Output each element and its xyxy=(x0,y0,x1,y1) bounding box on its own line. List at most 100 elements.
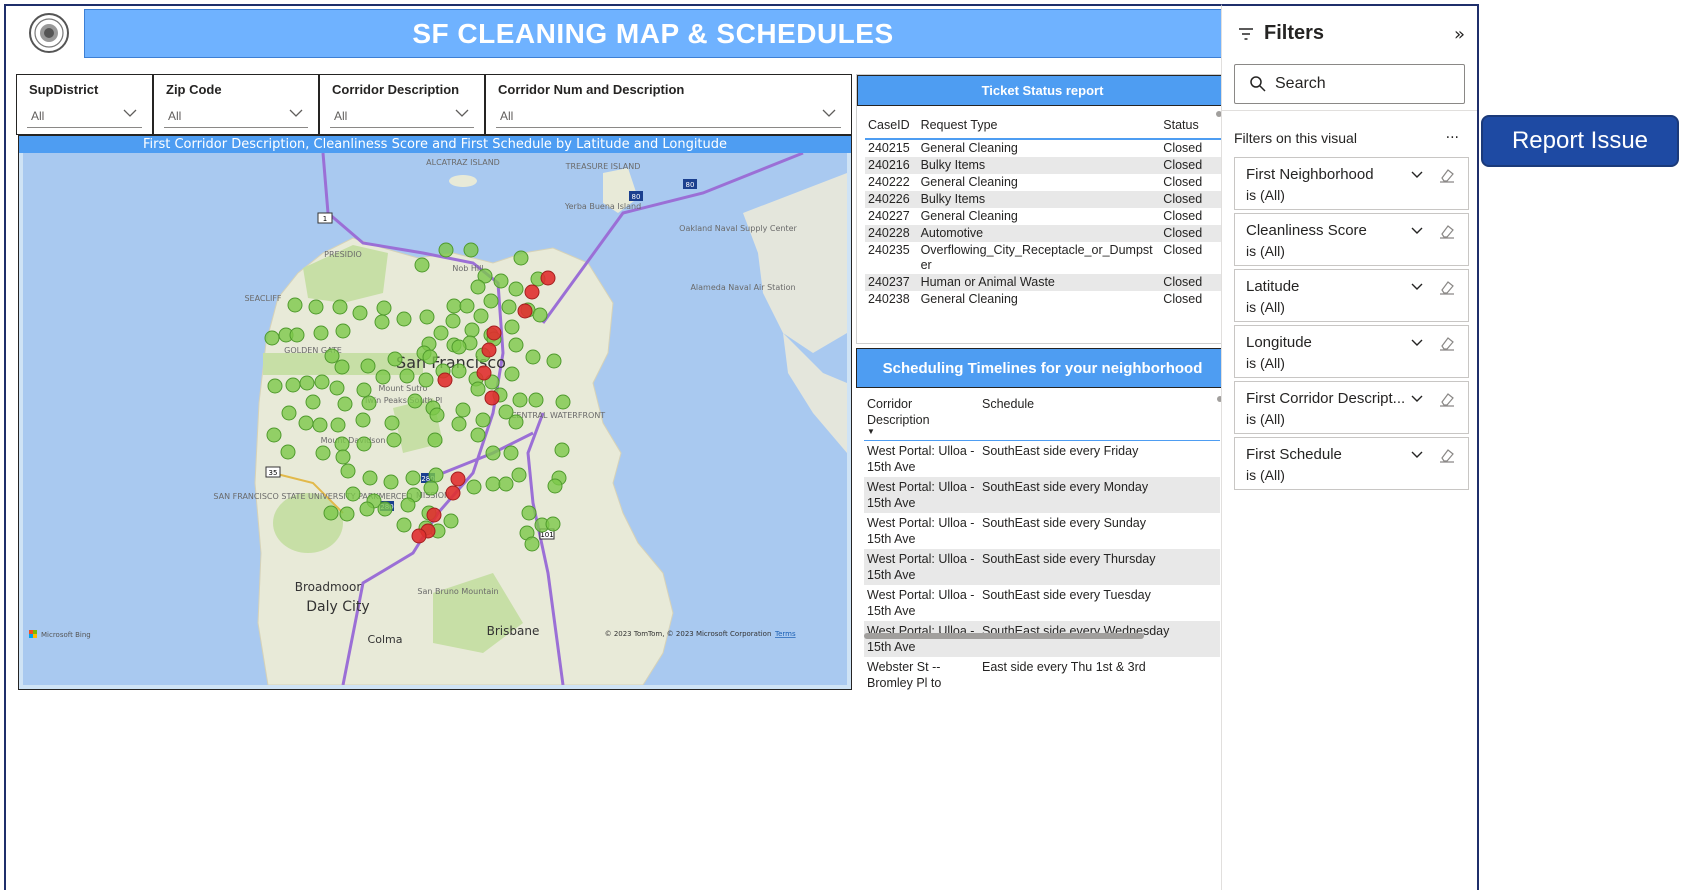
map-point-good[interactable] xyxy=(438,242,454,258)
map-point-good[interactable] xyxy=(418,372,434,388)
map-point-good[interactable] xyxy=(532,307,548,323)
map-point-good[interactable] xyxy=(451,363,467,379)
map-point-good[interactable] xyxy=(356,436,372,452)
map-point-good[interactable] xyxy=(485,445,501,461)
map-point-good[interactable] xyxy=(335,323,351,339)
map-point-good[interactable] xyxy=(419,309,435,325)
filter-search-box[interactable] xyxy=(1234,64,1465,104)
map-point-good[interactable] xyxy=(521,505,537,521)
chevron-down-icon[interactable] xyxy=(1410,168,1424,182)
map-point-good[interactable] xyxy=(299,375,315,391)
map-point-good[interactable] xyxy=(332,299,348,315)
map-point-good[interactable] xyxy=(339,506,355,522)
map-point-good[interactable] xyxy=(376,300,392,316)
table-row[interactable]: 240227 General Cleaning Closed xyxy=(865,208,1221,225)
map-point-good[interactable] xyxy=(525,349,541,365)
map-point-good[interactable] xyxy=(459,298,475,314)
map-point-good[interactable] xyxy=(361,395,377,411)
filter-card[interactable]: Longitude is (All) xyxy=(1234,325,1469,378)
clear-filter-icon[interactable] xyxy=(1438,222,1456,240)
map-point-bad[interactable] xyxy=(524,284,540,300)
table-row[interactable]: 240215 General Cleaning Closed xyxy=(865,139,1221,157)
map-point-good[interactable] xyxy=(314,374,330,390)
map-point-good[interactable] xyxy=(524,536,540,552)
map-point-bad[interactable] xyxy=(481,342,497,358)
map-point-good[interactable] xyxy=(493,273,509,289)
filter-card[interactable]: Latitude is (All) xyxy=(1234,269,1469,322)
filter-card[interactable]: First Schedule is (All) xyxy=(1234,437,1469,490)
map-point-good[interactable] xyxy=(334,359,350,375)
chevron-down-icon[interactable] xyxy=(1410,336,1424,350)
chevron-down-icon[interactable] xyxy=(1410,280,1424,294)
table-row[interactable]: 240222 General Cleaning Closed xyxy=(865,174,1221,191)
map-point-bad[interactable] xyxy=(517,303,533,319)
map-point-good[interactable] xyxy=(337,396,353,412)
map-point-good[interactable] xyxy=(384,415,400,431)
slicer-dropdown-corridor-description[interactable]: All xyxy=(330,103,474,128)
more-options-icon[interactable]: ... xyxy=(1446,126,1459,142)
chevron-down-icon[interactable] xyxy=(1410,224,1424,238)
filter-card[interactable]: First Corridor Descript... is (All) xyxy=(1234,381,1469,434)
map-point-good[interactable] xyxy=(466,479,482,495)
map-point-good[interactable] xyxy=(396,517,412,533)
map-point-good[interactable] xyxy=(512,392,528,408)
map-point-good[interactable] xyxy=(312,417,328,433)
map-point-good[interactable] xyxy=(289,327,305,343)
map-point-good[interactable] xyxy=(513,250,529,266)
clear-filter-icon[interactable] xyxy=(1438,166,1456,184)
map-point-good[interactable] xyxy=(407,393,423,409)
map-point-good[interactable] xyxy=(427,432,443,448)
map-point-good[interactable] xyxy=(455,402,471,418)
filter-card[interactable]: First Neighborhood is (All) xyxy=(1234,157,1469,210)
map-point-good[interactable] xyxy=(264,330,280,346)
map-point-good[interactable] xyxy=(266,427,282,443)
map-point-good[interactable] xyxy=(267,378,283,394)
map-point-good[interactable] xyxy=(528,392,544,408)
table-row[interactable]: West Portal: Ulloa - 15th Ave SouthEast s… xyxy=(864,585,1220,621)
map-point-good[interactable] xyxy=(399,368,415,384)
filter-search-input[interactable] xyxy=(1275,75,1445,93)
map-point-good[interactable] xyxy=(359,501,375,517)
map-point-good[interactable] xyxy=(352,305,368,321)
map-point-good[interactable] xyxy=(463,242,479,258)
map-point-good[interactable] xyxy=(446,298,462,314)
map-point-good[interactable] xyxy=(324,348,340,364)
table-row[interactable]: West Portal: Ulloa - 15th Ave SouthEast s… xyxy=(864,477,1220,513)
column-header-status[interactable]: Status xyxy=(1160,111,1221,140)
map-point-good[interactable] xyxy=(298,415,314,431)
map-point-good[interactable] xyxy=(323,505,339,521)
map-point-good[interactable] xyxy=(473,308,489,324)
map-point-good[interactable] xyxy=(423,480,439,496)
clear-filter-icon[interactable] xyxy=(1438,446,1456,464)
horizontal-scrollbar[interactable] xyxy=(864,633,1144,639)
map-point-good[interactable] xyxy=(546,353,562,369)
slicer-dropdown-zip-code[interactable]: All xyxy=(164,103,308,128)
map-point-good[interactable] xyxy=(308,299,324,315)
map-point-good[interactable] xyxy=(414,257,430,273)
map-point-good[interactable] xyxy=(305,394,321,410)
filter-card[interactable]: Cleanliness Score is (All) xyxy=(1234,213,1469,266)
map-point-good[interactable] xyxy=(451,416,467,432)
map-point-good[interactable] xyxy=(355,412,371,428)
map-point-good[interactable] xyxy=(396,311,412,327)
map-point-good[interactable] xyxy=(445,313,461,329)
table-row[interactable]: 240238 General Cleaning Closed xyxy=(865,291,1221,308)
column-header-caseid[interactable]: CaseID xyxy=(865,111,918,140)
map-point-bad[interactable] xyxy=(476,365,492,381)
table-row[interactable]: West Portal: Ulloa - 15th Ave SouthEast s… xyxy=(864,621,1220,657)
map-point-good[interactable] xyxy=(503,445,519,461)
map-point-good[interactable] xyxy=(443,513,459,529)
map-point-good[interactable] xyxy=(501,299,517,315)
map-point-good[interactable] xyxy=(315,445,331,461)
map-point-bad[interactable] xyxy=(445,485,461,501)
map-point-good[interactable] xyxy=(281,405,297,421)
table-row[interactable]: West Portal: Ulloa - 15th Ave SouthEast s… xyxy=(864,549,1220,585)
map-point-bad[interactable] xyxy=(411,528,427,544)
map-point-good[interactable] xyxy=(383,474,399,490)
table-row[interactable]: 240235 Overflowing_City_Receptacle_or_Dum… xyxy=(865,242,1221,274)
map-point-bad[interactable] xyxy=(486,325,502,341)
map-point-good[interactable] xyxy=(405,470,421,486)
map-point-good[interactable] xyxy=(508,414,524,430)
map-point-good[interactable] xyxy=(377,501,393,517)
map-point-bad[interactable] xyxy=(540,270,556,286)
